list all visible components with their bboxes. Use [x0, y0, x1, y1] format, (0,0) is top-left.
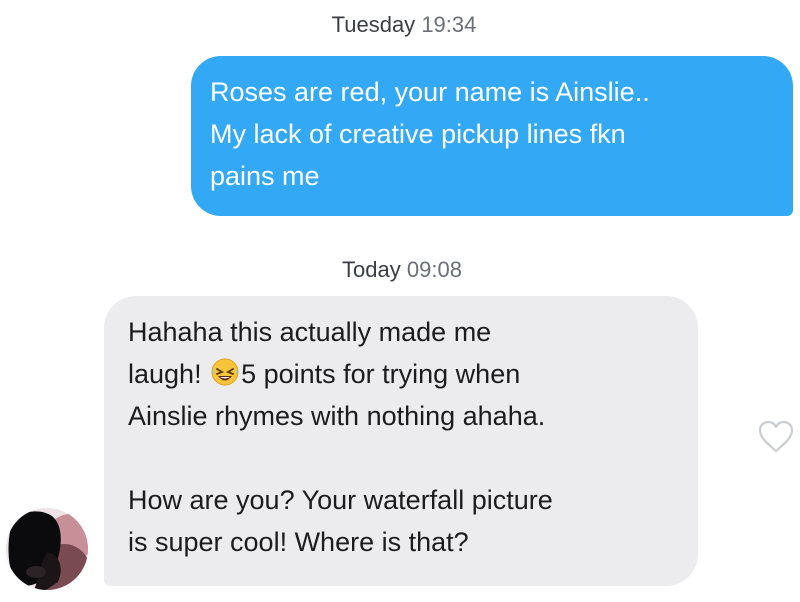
- sent-message-line: My lack of creative pickup lines fkn: [210, 119, 626, 149]
- sent-message-line: Roses are red, your name is Ainslie..: [210, 77, 650, 107]
- received-message-line: How are you? Your waterfall picture: [128, 485, 553, 515]
- received-message-line: laugh! 5 points for trying when: [128, 353, 678, 395]
- sent-message-line: pains me: [210, 161, 320, 191]
- timestamp-day: Tuesday: [331, 12, 416, 37]
- timestamp-today: Today 09:08: [2, 257, 800, 283]
- received-message-text: laugh!: [128, 359, 210, 389]
- received-message-bubble[interactable]: Hahaha this actually made me laugh! 5 po…: [104, 296, 698, 586]
- timestamp-time: 09:08: [406, 257, 462, 282]
- rolling-on-floor-laughing-emoji-icon: [210, 357, 240, 387]
- received-message-line: Hahaha this actually made me: [128, 317, 492, 347]
- timestamp-day: Today: [342, 257, 401, 282]
- received-message-line: is super cool! Where is that?: [128, 527, 469, 557]
- heart-outline-icon[interactable]: [756, 419, 796, 455]
- timestamp-tuesday: Tuesday 19:34: [4, 12, 800, 38]
- avatar[interactable]: [6, 508, 88, 590]
- received-message-text: 5 points for trying when: [241, 359, 521, 389]
- received-message-line: Ainslie rhymes with nothing ahaha.: [128, 401, 546, 431]
- timestamp-time: 19:34: [421, 12, 477, 37]
- sent-message-bubble[interactable]: Roses are red, your name is Ainslie.. My…: [191, 56, 793, 216]
